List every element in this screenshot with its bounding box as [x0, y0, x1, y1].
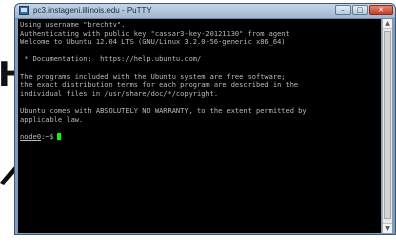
terminal-line: applicable law. [20, 115, 84, 124]
terminal-output: Using username "brechtv". Authenticating… [20, 21, 380, 141]
vertical-scrollbar[interactable]: ▲ ▼ [382, 19, 392, 233]
scroll-down-arrow-icon[interactable]: ▼ [383, 223, 392, 233]
prompt-hostname: node0 [20, 132, 42, 141]
minimize-button[interactable]: – [335, 5, 351, 15]
putty-icon[interactable] [19, 6, 29, 15]
terminal-line: Ubuntu comes with ABSOLUTELY NO WARRANTY… [20, 106, 307, 115]
screenshot-page: H pc3.instageni.illinois.edu - PuTTY – □… [0, 0, 396, 246]
putty-window: pc3.instageni.illinois.edu - PuTTY – □ ✕… [14, 3, 396, 235]
terminal-area[interactable]: Using username "brechtv". Authenticating… [18, 19, 381, 233]
scrollbar-thumb[interactable] [384, 31, 391, 219]
terminal-line: Welcome to Ubuntu 12.04 LTS (GNU/Linux 3… [20, 38, 286, 47]
terminal-line: Using username "brechtv". [20, 21, 126, 29]
terminal-line: * Documentation: https://help.ubuntu.com… [20, 55, 202, 64]
terminal-line: The programs included with the Ubuntu sy… [20, 72, 286, 81]
terminal-cursor [56, 132, 61, 140]
terminal-line: Authenticating with public key "cassar3-… [20, 29, 290, 38]
prompt-suffix: :~$ [41, 132, 54, 141]
window-title: pc3.instageni.illinois.edu - PuTTY [33, 6, 152, 15]
close-button[interactable]: ✕ [369, 5, 393, 15]
title-bar[interactable]: pc3.instageni.illinois.edu - PuTTY – □ ✕ [15, 4, 395, 19]
terminal-line: the exact distribution terms for each pr… [20, 81, 299, 90]
maximize-button[interactable]: □ [352, 5, 368, 15]
shell-prompt[interactable]: node0:~$ [20, 132, 380, 142]
scroll-up-arrow-icon[interactable]: ▲ [383, 19, 392, 29]
terminal-line: individual files in /usr/share/doc/*/cop… [20, 89, 219, 98]
